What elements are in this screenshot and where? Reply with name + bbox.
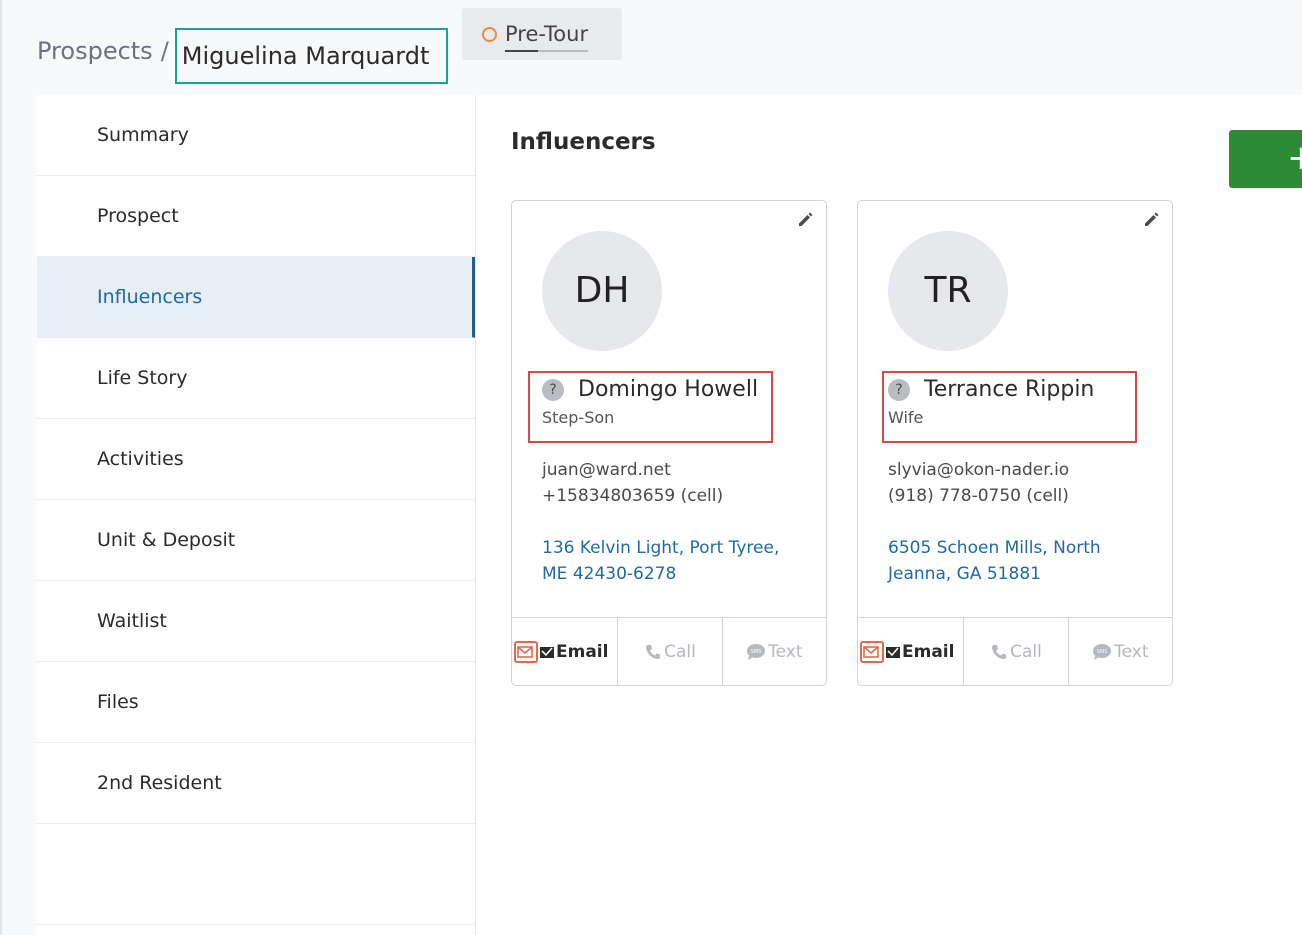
breadcrumb-prospects-link[interactable]: Prospects xyxy=(37,37,153,65)
text-button[interactable]: SMS Text xyxy=(1069,618,1172,685)
add-influencer-button[interactable]: + xyxy=(1229,130,1302,188)
text-button-label: Text xyxy=(768,641,803,662)
avatar: TR xyxy=(888,231,1008,351)
question-icon[interactable]: ? xyxy=(888,378,910,401)
call-button-label: Call xyxy=(1010,641,1042,662)
sidebar: Summary Prospect Influencers Life Story … xyxy=(37,95,476,935)
sidebar-item-influencers[interactable]: Influencers xyxy=(37,257,475,338)
status-label: Pre-Tour xyxy=(505,22,589,52)
email-button-label: Email xyxy=(902,641,955,662)
question-icon[interactable]: ? xyxy=(542,378,564,401)
influencer-name-box: ? Domingo Howell Step-Son xyxy=(528,371,773,443)
sidebar-item-unit-deposit[interactable]: Unit & Deposit xyxy=(37,500,475,581)
svg-text:SMS: SMS xyxy=(1097,649,1108,655)
influencer-email: juan@ward.net xyxy=(542,460,671,480)
mail-icon xyxy=(514,640,538,663)
breadcrumb-separator: / xyxy=(160,37,169,65)
call-button[interactable]: Call xyxy=(964,618,1069,685)
influencer-card: TR ? Terrance Rippin Wife slyvia@okon-na… xyxy=(857,200,1173,686)
influencer-name: Terrance Rippin xyxy=(924,377,1095,402)
call-button-label: Call xyxy=(664,641,696,662)
contact-info: juan@ward.net +15834803659 (cell) xyxy=(542,457,723,509)
sidebar-item-prospect[interactable]: Prospect xyxy=(37,176,475,257)
sidebar-item-waitlist[interactable]: Waitlist xyxy=(37,581,475,662)
influencer-address-link[interactable]: 136 Kelvin Light, Port Tyree, ME 42430-6… xyxy=(542,535,792,587)
email-button[interactable]: Email xyxy=(512,618,619,685)
sidebar-item-2nd-resident[interactable]: 2nd Resident xyxy=(37,743,475,824)
influencer-phone: (918) 778-0750 (cell) xyxy=(888,486,1069,506)
pencil-icon[interactable] xyxy=(1142,209,1162,229)
call-button[interactable]: Call xyxy=(618,618,723,685)
influencer-name-box: ? Terrance Rippin Wife xyxy=(882,371,1137,443)
sidebar-item-activities[interactable]: Activities xyxy=(37,419,475,500)
window-left-edge xyxy=(0,0,2,935)
svg-text:SMS: SMS xyxy=(751,649,762,655)
sidebar-item-summary[interactable]: Summary xyxy=(37,95,475,176)
email-button[interactable]: Email xyxy=(858,618,965,685)
influencer-card: DH ? Domingo Howell Step-Son juan@ward.n… xyxy=(511,200,827,686)
text-button[interactable]: SMS Text xyxy=(723,618,826,685)
main-content: Influencers + DH ? Domingo Howell Step-S… xyxy=(476,95,1302,935)
breadcrumb: Prospects / Miguelina Marquardt xyxy=(37,18,448,84)
status-dropdown[interactable]: Pre-Tour xyxy=(462,8,622,60)
card-actions: Email Call SMS Text xyxy=(858,617,1172,685)
status-circle-icon xyxy=(482,26,497,42)
avatar: DH xyxy=(542,231,662,351)
envelope-check-icon xyxy=(886,646,900,658)
sidebar-item-life-story[interactable]: Life Story xyxy=(37,338,475,419)
sidebar-divider xyxy=(37,924,475,925)
phone-icon xyxy=(646,644,661,659)
influencer-relation: Step-Son xyxy=(542,408,615,427)
sms-icon: SMS xyxy=(747,643,766,660)
envelope-check-icon xyxy=(540,646,554,658)
page-title: Miguelina Marquardt xyxy=(174,28,448,84)
sidebar-item-files[interactable]: Files xyxy=(37,662,475,743)
phone-icon xyxy=(992,644,1007,659)
influencer-relation: Wife xyxy=(888,408,924,427)
influencer-phone: +15834803659 (cell) xyxy=(542,486,724,506)
page-header: Prospects / Miguelina Marquardt Pre-Tour xyxy=(0,0,1302,95)
email-button-label: Email xyxy=(556,641,609,662)
card-actions: Email Call SMS Text xyxy=(512,617,826,685)
contact-info: slyvia@okon-nader.io (918) 778-0750 (cel… xyxy=(888,457,1069,509)
pencil-icon[interactable] xyxy=(796,209,816,229)
section-title: Influencers xyxy=(511,129,656,155)
influencer-address-link[interactable]: 6505 Schoen Mills, North Jeanna, GA 5188… xyxy=(888,535,1138,587)
mail-icon xyxy=(860,640,884,663)
influencer-name: Domingo Howell xyxy=(578,377,759,402)
sms-icon: SMS xyxy=(1093,643,1112,660)
text-button-label: Text xyxy=(1114,641,1149,662)
influencer-email: slyvia@okon-nader.io xyxy=(888,460,1070,480)
